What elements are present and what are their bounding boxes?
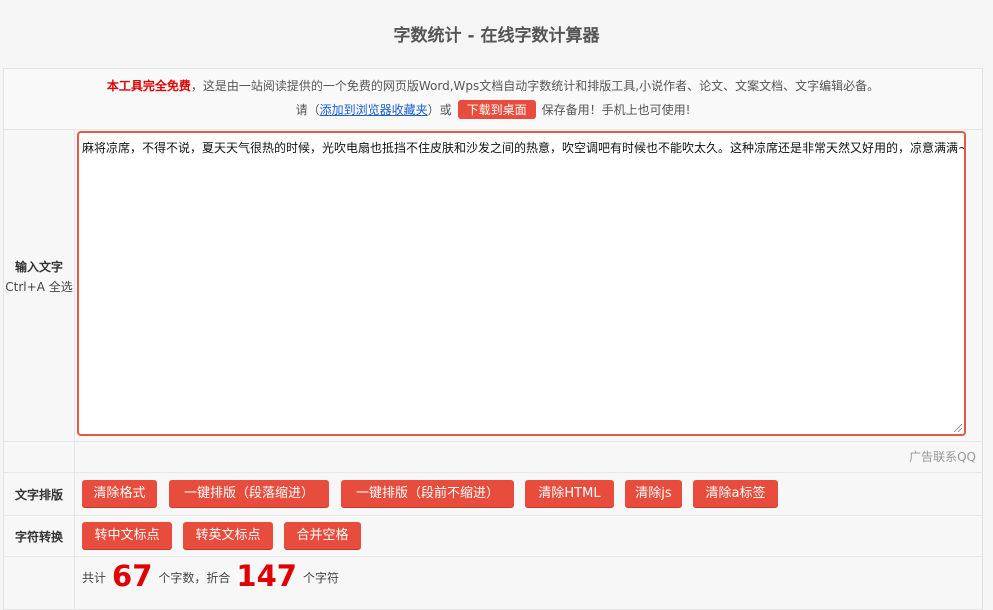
input-label-group: 输入文字 Ctrl+A 全选 [4, 257, 74, 297]
resize-handle[interactable] [954, 424, 962, 432]
clear-a-tags-button[interactable]: 清除a标签 [693, 480, 778, 507]
text-input-area[interactable]: 麻将凉席，不得不说，夏天天气很热的时候，光吹电扇也抵挡不住皮肤和沙发之间的热意，… [77, 131, 966, 436]
notice-line-2: 请（添加到浏览器收藏夹）或 下载到桌面 保存备用！手机上也可使用! [4, 100, 982, 119]
divider [4, 472, 982, 473]
input-label: 输入文字 [14, 260, 63, 274]
notice-bar: 本工具完全免费，这是由一站阅读提供的一个免费的网页版Word,Wps文档自动字数… [4, 69, 982, 130]
ad-contact-text: 广告联系QQ [909, 450, 976, 464]
layout-section-label: 文字排版 [14, 488, 63, 502]
char-count: 67 [112, 559, 153, 593]
tool-panel: 本工具完全免费，这是由一站阅读提供的一个免费的网页版Word,Wps文档自动字数… [3, 68, 983, 610]
convert-section-label: 字符转换 [14, 530, 63, 544]
merge-spaces-button[interactable]: 合并空格 [284, 522, 361, 549]
page-title: 字数统计 - 在线字数计算器 [393, 26, 600, 46]
to-chinese-punct-button[interactable]: 转中文标点 [82, 522, 172, 549]
clear-js-button[interactable]: 清除js [625, 480, 682, 507]
divider [4, 515, 982, 516]
clear-html-button[interactable]: 清除HTML [525, 480, 614, 507]
clear-format-button[interactable]: 清除格式 [82, 480, 157, 507]
notice-line-1: 本工具完全免费，这是由一站阅读提供的一个免费的网页版Word,Wps文档自动字数… [4, 77, 982, 94]
notice-suffix: 保存备用！手机上也可使用! [541, 103, 691, 117]
notice-prefix: 请（ [295, 103, 320, 117]
divider [4, 556, 982, 557]
notice-mid: ）或 [427, 103, 452, 117]
input-text-content[interactable]: 麻将凉席，不得不说，夏天天气很热的时候，光吹电扇也抵挡不住皮肤和沙发之间的热意，… [82, 141, 964, 155]
divider [4, 441, 982, 442]
label-column-divider [74, 129, 75, 609]
auto-layout-no-indent-button[interactable]: 一键排版（段前不缩进） [341, 480, 514, 507]
auto-layout-indent-button[interactable]: 一键排版（段落缩进） [169, 480, 329, 507]
add-bookmark-link[interactable]: 添加到浏览器收藏夹 [320, 103, 428, 117]
notice-description: ，这是由一站阅读提供的一个免费的网页版Word,Wps文档自动字数统计和排版工具… [190, 79, 880, 93]
to-english-punct-button[interactable]: 转英文标点 [183, 522, 273, 549]
free-label: 本工具完全免费 [106, 79, 191, 93]
download-desktop-button[interactable]: 下载到桌面 [457, 100, 536, 119]
byte-unit: 个字符 [302, 571, 339, 585]
char-unit: 个字数，折合 [158, 571, 231, 585]
byte-count: 147 [236, 559, 297, 593]
stats-prefix: 共计 [82, 571, 107, 585]
select-all-hint: Ctrl+A 全选 [5, 280, 73, 294]
count-summary: 共计 67 个字数，折合 147 个字符 [82, 559, 339, 593]
